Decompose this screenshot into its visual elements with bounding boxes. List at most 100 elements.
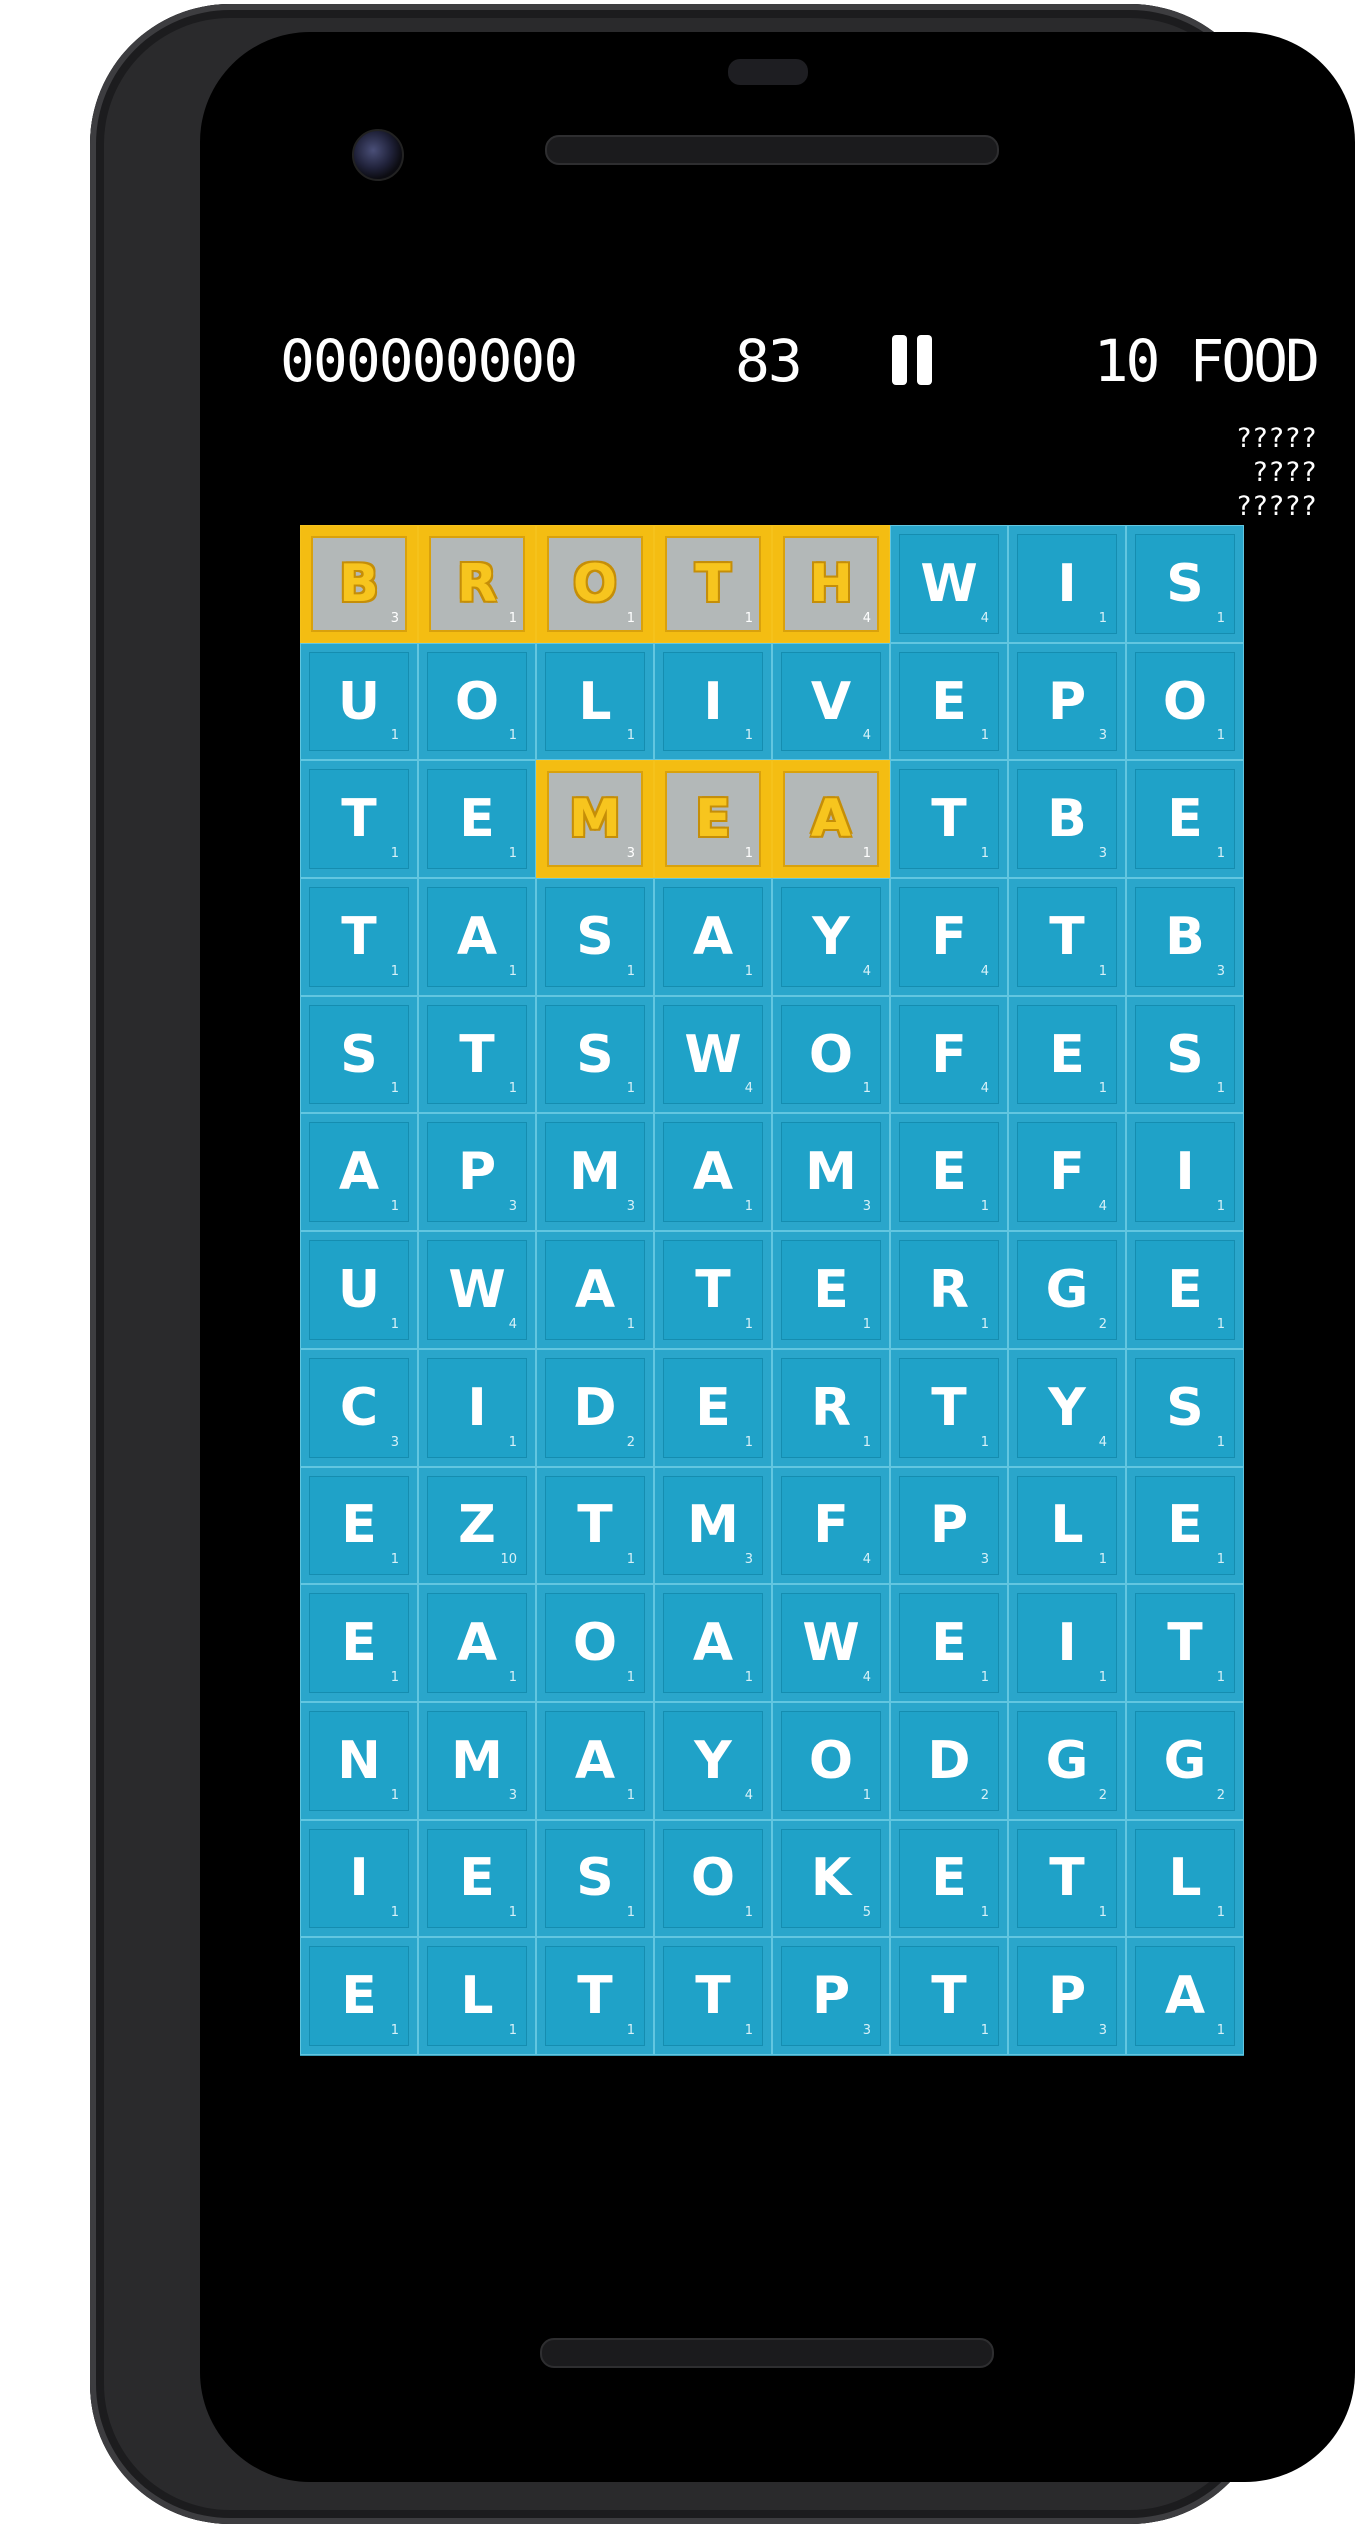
letter-tile-selected[interactable]: A1 xyxy=(772,760,890,879)
letter-tile[interactable]: F4 xyxy=(890,878,1008,996)
letter-tile[interactable]: M3 xyxy=(536,1113,654,1232)
letter-tile[interactable]: R1 xyxy=(890,1231,1008,1349)
letter-tile[interactable]: T1 xyxy=(300,760,418,879)
letter-tile[interactable]: E1 xyxy=(300,1466,418,1585)
letter-tile[interactable]: E1 xyxy=(890,1819,1008,1938)
letter-tile[interactable]: F4 xyxy=(772,1466,890,1585)
letter-tile-selected[interactable]: T1 xyxy=(654,525,772,643)
letter-tile[interactable]: S1 xyxy=(1126,1348,1244,1467)
letter-tile[interactable]: U1 xyxy=(300,642,418,761)
letter-tile[interactable]: T1 xyxy=(654,1231,772,1349)
letter-tile[interactable]: S1 xyxy=(300,995,418,1114)
letter-tile-selected[interactable]: R1 xyxy=(418,525,536,643)
letter-tile[interactable]: Y4 xyxy=(1008,1348,1126,1467)
letter-tile[interactable]: T1 xyxy=(1008,878,1126,996)
letter-tile[interactable]: G2 xyxy=(1008,1231,1126,1349)
letter-tile[interactable]: F4 xyxy=(890,995,1008,1114)
letter-tile[interactable]: I1 xyxy=(1126,1113,1244,1232)
letter-tile[interactable]: T1 xyxy=(890,760,1008,879)
letter-tile[interactable]: W4 xyxy=(418,1231,536,1349)
letter-tile[interactable]: E1 xyxy=(1126,1231,1244,1349)
pause-button[interactable] xyxy=(890,335,936,385)
letter-tile[interactable]: T1 xyxy=(1008,1819,1126,1938)
letter-tile[interactable]: A1 xyxy=(654,1113,772,1232)
letter-tile[interactable]: I1 xyxy=(1008,525,1126,643)
letter-tile[interactable]: E1 xyxy=(300,1584,418,1702)
letter-tile[interactable]: O1 xyxy=(536,1584,654,1702)
letter-tile[interactable]: Y4 xyxy=(654,1701,772,1820)
letter-tile[interactable]: A1 xyxy=(418,1584,536,1702)
letter-tile[interactable]: E1 xyxy=(1008,995,1126,1114)
letter-tile[interactable]: L1 xyxy=(1008,1466,1126,1585)
letter-tile[interactable]: E1 xyxy=(418,1819,536,1938)
letter-tile[interactable]: G2 xyxy=(1008,1701,1126,1820)
letter-tile[interactable]: E1 xyxy=(890,1584,1008,1702)
letter-tile[interactable]: S1 xyxy=(536,1819,654,1938)
letter-tile[interactable]: E1 xyxy=(1126,1466,1244,1585)
letter-tile[interactable]: A1 xyxy=(654,1584,772,1702)
letter-tile[interactable]: E1 xyxy=(890,642,1008,761)
letter-tile[interactable]: O1 xyxy=(772,1701,890,1820)
letter-tile[interactable]: A1 xyxy=(418,878,536,996)
letter-tile[interactable]: O1 xyxy=(654,1819,772,1938)
letter-tile[interactable]: V4 xyxy=(772,642,890,761)
letter-tile[interactable]: E1 xyxy=(418,760,536,879)
letter-tile[interactable]: I1 xyxy=(654,642,772,761)
letter-tile[interactable]: S1 xyxy=(1126,525,1244,643)
letter-tile[interactable]: P3 xyxy=(1008,642,1126,761)
letter-tile[interactable]: M3 xyxy=(418,1701,536,1820)
letter-tile[interactable]: L1 xyxy=(1126,1819,1244,1938)
letter-tile[interactable]: S1 xyxy=(1126,995,1244,1114)
letter-tile[interactable]: E1 xyxy=(300,1937,418,2055)
letter-tile[interactable]: A1 xyxy=(536,1231,654,1349)
letter-tile[interactable]: A1 xyxy=(536,1701,654,1820)
letter-tile[interactable]: T1 xyxy=(654,1937,772,2055)
letter-tile[interactable]: K5 xyxy=(772,1819,890,1938)
letter-tile[interactable]: T1 xyxy=(418,995,536,1114)
letter-tile[interactable]: D2 xyxy=(890,1701,1008,1820)
letter-tile[interactable]: L1 xyxy=(536,642,654,761)
letter-tile[interactable]: C3 xyxy=(300,1348,418,1467)
letter-tile[interactable]: O1 xyxy=(418,642,536,761)
letter-tile-selected[interactable]: O1 xyxy=(536,525,654,643)
letter-tile-selected[interactable]: E1 xyxy=(654,760,772,879)
letter-tile[interactable]: U1 xyxy=(300,1231,418,1349)
letter-tile[interactable]: S1 xyxy=(536,995,654,1114)
letter-tile[interactable]: I1 xyxy=(1008,1584,1126,1702)
letter-tile[interactable]: P3 xyxy=(418,1113,536,1232)
letter-tile-selected[interactable]: H4 xyxy=(772,525,890,643)
letter-tile[interactable]: Z 10 xyxy=(418,1466,536,1585)
letter-tile[interactable]: E1 xyxy=(890,1113,1008,1232)
letter-tile[interactable]: I1 xyxy=(418,1348,536,1467)
letter-tile[interactable]: T1 xyxy=(536,1937,654,2055)
letter-tile[interactable]: A1 xyxy=(1126,1937,1244,2055)
letter-tile[interactable]: A1 xyxy=(300,1113,418,1232)
letter-tile-selected[interactable]: M3 xyxy=(536,760,654,879)
letter-tile[interactable]: Y4 xyxy=(772,878,890,996)
letter-tile[interactable]: A1 xyxy=(654,878,772,996)
letter-tile[interactable]: G2 xyxy=(1126,1701,1244,1820)
letter-tile[interactable]: P3 xyxy=(772,1937,890,2055)
letter-tile[interactable]: D2 xyxy=(536,1348,654,1467)
letter-tile[interactable]: W4 xyxy=(772,1584,890,1702)
letter-tile[interactable]: T1 xyxy=(890,1348,1008,1467)
letter-tile[interactable]: B3 xyxy=(1008,760,1126,879)
letter-tile-selected[interactable]: B3 xyxy=(300,525,418,643)
letter-tile[interactable]: T1 xyxy=(890,1937,1008,2055)
letter-tile[interactable]: N1 xyxy=(300,1701,418,1820)
letter-tile[interactable]: O1 xyxy=(772,995,890,1114)
letter-tile[interactable]: P3 xyxy=(890,1466,1008,1585)
letter-tile[interactable]: W4 xyxy=(890,525,1008,643)
letter-tile[interactable]: S1 xyxy=(536,878,654,996)
letter-tile[interactable]: E1 xyxy=(654,1348,772,1467)
letter-tile[interactable]: L1 xyxy=(418,1937,536,2055)
letter-tile[interactable]: M3 xyxy=(654,1466,772,1585)
letter-tile[interactable]: B3 xyxy=(1126,878,1244,996)
letter-tile[interactable]: I1 xyxy=(300,1819,418,1938)
letter-tile[interactable]: T1 xyxy=(536,1466,654,1585)
letter-tile[interactable]: M3 xyxy=(772,1113,890,1232)
letter-tile[interactable]: O1 xyxy=(1126,642,1244,761)
letter-tile[interactable]: W4 xyxy=(654,995,772,1114)
letter-tile[interactable]: F4 xyxy=(1008,1113,1126,1232)
letter-tile[interactable]: E1 xyxy=(1126,760,1244,879)
